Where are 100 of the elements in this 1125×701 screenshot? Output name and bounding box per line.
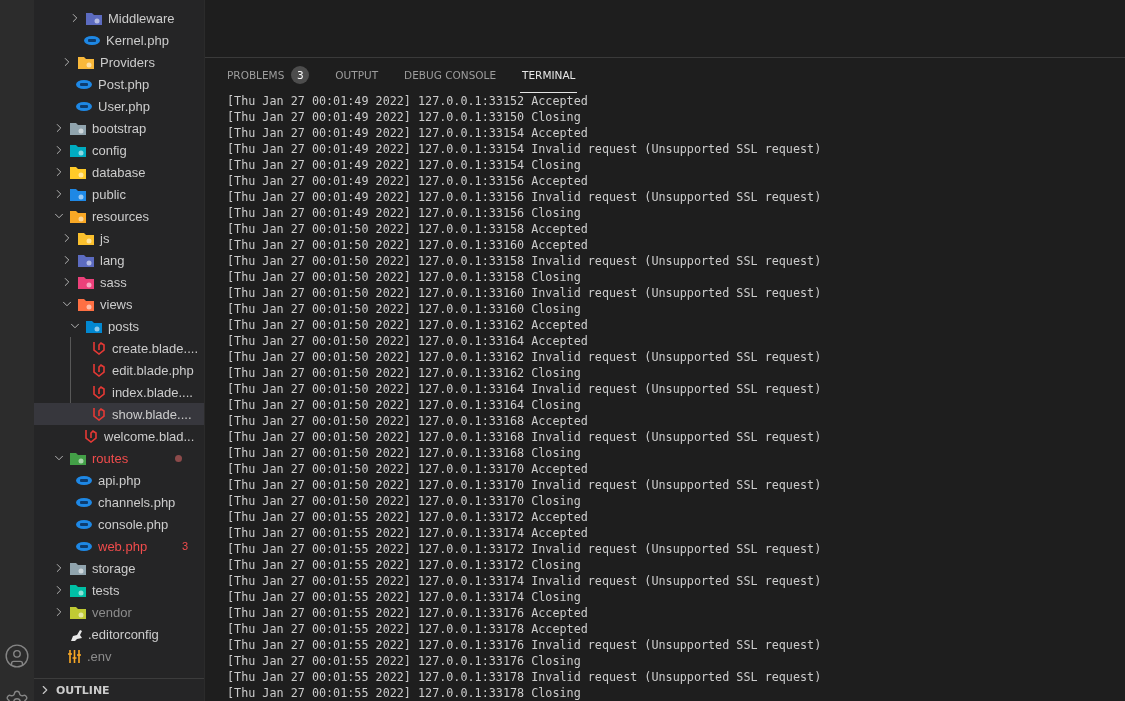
folder-item[interactable]: routes [34,447,204,469]
folder-icon [70,605,86,619]
terminal-line: [Thu Jan 27 00:01:50 2022] 127.0.0.1:33168 Closing [227,445,582,461]
folder-item[interactable]: js [34,227,204,249]
terminal-line: [Thu Jan 27 00:01:55 2022] 127.0.0.1:33178 Accepted [227,621,589,637]
folder-icon [70,165,86,179]
folder-item[interactable]: views [34,293,204,315]
php-file-icon [84,35,100,45]
terminal-line: [Thu Jan 27 00:01:49 2022] 127.0.0.1:33156 Invalid request (Unsupported SSL request) [227,189,823,205]
file-item[interactable]: User.php [34,95,204,117]
terminal-line: [Thu Jan 27 00:01:55 2022] 127.0.0.1:33174 Accepted [227,525,589,541]
folder-item[interactable]: vendor [34,601,204,623]
terminal-line: [Thu Jan 27 00:01:50 2022] 127.0.0.1:33158 Closing [227,269,582,285]
folder-icon [70,121,86,135]
file-item[interactable]: create.blade.... [34,337,204,359]
folder-item[interactable]: storage [34,557,204,579]
php-file-icon [76,475,92,485]
terminal-line: [Thu Jan 27 00:01:55 2022] 127.0.0.1:33174 Closing [227,589,582,605]
terminal-line: [Thu Jan 27 00:01:55 2022] 127.0.0.1:33176 Closing [227,653,582,669]
folder-icon [70,143,86,157]
folder-item[interactable]: lang [34,249,204,271]
folder-item[interactable]: posts [34,315,204,337]
folder-item[interactable]: sass [34,271,204,293]
terminal-line: [Thu Jan 27 00:01:50 2022] 127.0.0.1:33164 Closing [227,397,582,413]
terminal-line: [Thu Jan 27 00:01:49 2022] 127.0.0.1:33156 Closing [227,205,582,221]
file-item[interactable]: edit.blade.php [34,359,204,381]
folder-item[interactable]: config [34,139,204,161]
terminal-line: [Thu Jan 27 00:01:50 2022] 127.0.0.1:33168 Accepted [227,413,589,429]
terminal-line: [Thu Jan 27 00:01:50 2022] 127.0.0.1:33160 Invalid request (Unsupported SSL request) [227,285,823,301]
folder-item[interactable]: Middleware [34,7,204,29]
terminal-line: [Thu Jan 27 00:01:55 2022] 127.0.0.1:33172 Closing [227,557,582,573]
folder-item[interactable]: bootstrap [34,117,204,139]
terminal-line: [Thu Jan 27 00:01:50 2022] 127.0.0.1:33162 Accepted [227,317,589,333]
terminal-line: [Thu Jan 27 00:01:55 2022] 127.0.0.1:33178 Closing [227,685,582,701]
php-file-icon [76,541,92,551]
panel-tab[interactable]: OUTPUT [333,58,381,93]
terminal-line: [Thu Jan 27 00:01:50 2022] 127.0.0.1:33164 Accepted [227,333,589,349]
blade-file-icon [92,407,106,421]
file-item[interactable]: welcome.blad... [34,425,204,447]
file-item[interactable]: index.blade.... [34,381,204,403]
terminal-line: [Thu Jan 27 00:01:49 2022] 127.0.0.1:33154 Closing [227,157,582,173]
problem-count: 3 [181,540,188,552]
terminal-line: [Thu Jan 27 00:01:50 2022] 127.0.0.1:33168 Invalid request (Unsupported SSL request) [227,429,823,445]
terminal-line: [Thu Jan 27 00:01:49 2022] 127.0.0.1:33154 Invalid request (Unsupported SSL request) [227,141,823,157]
terminal-line: [Thu Jan 27 00:01:50 2022] 127.0.0.1:33162 Invalid request (Unsupported SSL request) [227,349,823,365]
terminal-line: [Thu Jan 27 00:01:55 2022] 127.0.0.1:33176 Accepted [227,605,589,621]
blade-file-icon [84,429,98,443]
blade-file-icon [92,385,106,399]
panel-tab[interactable]: TERMINAL [520,58,578,93]
php-file-icon [76,101,92,111]
terminal-line: [Thu Jan 27 00:01:55 2022] 127.0.0.1:33176 Invalid request (Unsupported SSL request) [227,637,823,653]
file-item[interactable]: .env [34,645,204,667]
terminal-line: [Thu Jan 27 00:01:50 2022] 127.0.0.1:33170 Invalid request (Unsupported SSL request) [227,477,823,493]
folder-icon [70,187,86,201]
terminal-line: [Thu Jan 27 00:01:55 2022] 127.0.0.1:33178 Invalid request (Unsupported SSL request) [227,669,823,685]
file-item[interactable]: channels.php [34,491,204,513]
blade-file-icon [92,341,106,355]
terminal-line: [Thu Jan 27 00:01:49 2022] 127.0.0.1:33156 Accepted [227,173,589,189]
php-file-icon [76,497,92,507]
outline-section-header[interactable]: OUTLINE [34,678,204,701]
folder-icon [78,275,94,289]
terminal-line: [Thu Jan 27 00:01:50 2022] 127.0.0.1:33170 Closing [227,493,582,509]
file-item[interactable]: Kernel.php [34,29,204,51]
terminal-line: [Thu Jan 27 00:01:49 2022] 127.0.0.1:33152 Accepted [227,93,589,109]
sliders-icon [68,649,81,663]
terminal-line: [Thu Jan 27 00:01:49 2022] 127.0.0.1:33150 Closing [227,109,582,125]
folder-icon [86,319,102,333]
terminal-line: [Thu Jan 27 00:01:55 2022] 127.0.0.1:33174 Invalid request (Unsupported SSL request) [227,573,823,589]
panel-tab[interactable]: DEBUG CONSOLE [402,58,499,93]
terminal-line: [Thu Jan 27 00:01:50 2022] 127.0.0.1:33170 Accepted [227,461,589,477]
file-item[interactable]: api.php [34,469,204,491]
folder-icon [70,561,86,575]
folder-icon [78,55,94,69]
file-item[interactable]: .editorconfig [34,623,204,645]
terminal-line: [Thu Jan 27 00:01:50 2022] 127.0.0.1:33160 Accepted [227,237,589,253]
panel-tab[interactable]: PROBLEMS 3 [225,58,312,93]
folder-item[interactable]: Providers [34,51,204,73]
file-item[interactable]: web.php 3 [34,535,204,557]
folder-icon [86,11,102,25]
folder-icon [70,209,86,223]
account-icon[interactable] [4,643,30,669]
terminal-line: [Thu Jan 27 00:01:55 2022] 127.0.0.1:33172 Invalid request (Unsupported SSL request) [227,541,823,557]
file-item[interactable]: Post.php [34,73,204,95]
folder-item[interactable]: tests [34,579,204,601]
file-item[interactable]: show.blade.... [34,403,204,425]
count-badge: 3 [291,66,310,84]
folder-icon [78,231,94,245]
terminal-line: [Thu Jan 27 00:01:50 2022] 127.0.0.1:33162 Closing [227,365,582,381]
folder-item[interactable]: resources [34,205,204,227]
php-file-icon [76,519,92,529]
folder-item[interactable]: database [34,161,204,183]
terminal-line: [Thu Jan 27 00:01:49 2022] 127.0.0.1:33154 Accepted [227,125,589,141]
folder-icon [78,253,94,267]
blade-file-icon [92,363,106,377]
folder-icon [70,583,86,597]
terminal-line: [Thu Jan 27 00:01:50 2022] 127.0.0.1:33160 Closing [227,301,582,317]
file-item[interactable]: console.php [34,513,204,535]
terminal-line: [Thu Jan 27 00:01:55 2022] 127.0.0.1:33172 Accepted [227,509,589,525]
folder-item[interactable]: public [34,183,204,205]
php-file-icon [76,79,92,89]
